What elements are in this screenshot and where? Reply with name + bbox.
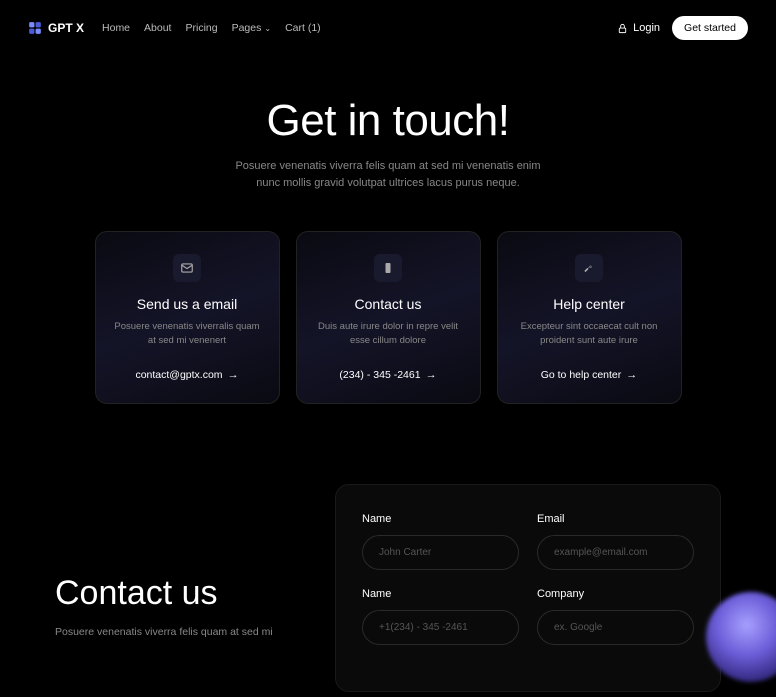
cards-row: Send us a email Posuere venenatis viverr… <box>0 211 776 424</box>
contact-intro: Contact us Posuere venenatis viverra fel… <box>55 484 295 692</box>
name-input[interactable] <box>362 535 519 570</box>
field-phone: Name <box>362 588 519 645</box>
card-help: Help center Excepteur sint occaecat cult… <box>497 231 682 404</box>
card-desc: Duis aute irure dolor in repre velit ess… <box>313 320 464 349</box>
phone-icon <box>374 254 402 282</box>
logo-icon <box>28 21 42 35</box>
contact-desc: Posuere venenatis viverra felis quam at … <box>55 625 295 641</box>
card-link-phone[interactable]: (234) - 345 -2461 → <box>313 369 464 381</box>
bottom-section: Contact us Posuere venenatis viverra fel… <box>0 424 776 692</box>
hero-title: Get in touch! <box>20 96 756 146</box>
company-input[interactable] <box>537 610 694 645</box>
field-company: Company <box>537 588 694 645</box>
company-label: Company <box>537 588 694 600</box>
header: GPT X Home About Pricing Pages ⌄ Cart (1… <box>0 0 776 56</box>
card-desc: Posuere venenatis viverralis quam at sed… <box>112 320 263 349</box>
card-title: Send us a email <box>112 296 263 312</box>
wrench-icon <box>575 254 603 282</box>
nav-about[interactable]: About <box>144 22 171 34</box>
field-email: Email <box>537 513 694 570</box>
field-name: Name <box>362 513 519 570</box>
phone-label: Name <box>362 588 519 600</box>
nav-home[interactable]: Home <box>102 22 130 34</box>
name-label: Name <box>362 513 519 525</box>
chevron-down-icon: ⌄ <box>264 24 271 33</box>
contact-title: Contact us <box>55 574 295 613</box>
arrow-right-icon: → <box>426 369 437 381</box>
card-title: Help center <box>514 296 665 312</box>
card-title: Contact us <box>313 296 464 312</box>
arrow-right-icon: → <box>228 369 239 381</box>
hero: Get in touch! Posuere venenatis viverra … <box>0 56 776 211</box>
login-button[interactable]: Login <box>617 22 660 34</box>
get-started-button[interactable]: Get started <box>672 16 748 40</box>
card-email: Send us a email Posuere venenatis viverr… <box>95 231 280 404</box>
nav-pages[interactable]: Pages ⌄ <box>232 22 271 34</box>
email-label: Email <box>537 513 694 525</box>
header-left: GPT X Home About Pricing Pages ⌄ Cart (1… <box>28 21 321 35</box>
mail-icon <box>173 254 201 282</box>
logo-text: GPT X <box>48 21 84 35</box>
card-desc: Excepteur sint occaecat cult non proiden… <box>514 320 665 349</box>
hero-subtitle: Posuere venenatis viverra felis quam at … <box>20 158 756 191</box>
card-link-email[interactable]: contact@gptx.com → <box>112 369 263 381</box>
email-input[interactable] <box>537 535 694 570</box>
header-right: Login Get started <box>617 16 748 40</box>
nav-cart[interactable]: Cart (1) <box>285 22 321 34</box>
arrow-right-icon: → <box>626 369 637 381</box>
card-contact: Contact us Duis aute irure dolor in repr… <box>296 231 481 404</box>
contact-form: Name Email Name Company <box>335 484 721 692</box>
nav-pricing[interactable]: Pricing <box>185 22 217 34</box>
nav: Home About Pricing Pages ⌄ Cart (1) <box>102 22 321 34</box>
logo[interactable]: GPT X <box>28 21 84 35</box>
card-link-help[interactable]: Go to help center → <box>514 369 665 381</box>
phone-input[interactable] <box>362 610 519 645</box>
lock-icon <box>617 23 628 34</box>
